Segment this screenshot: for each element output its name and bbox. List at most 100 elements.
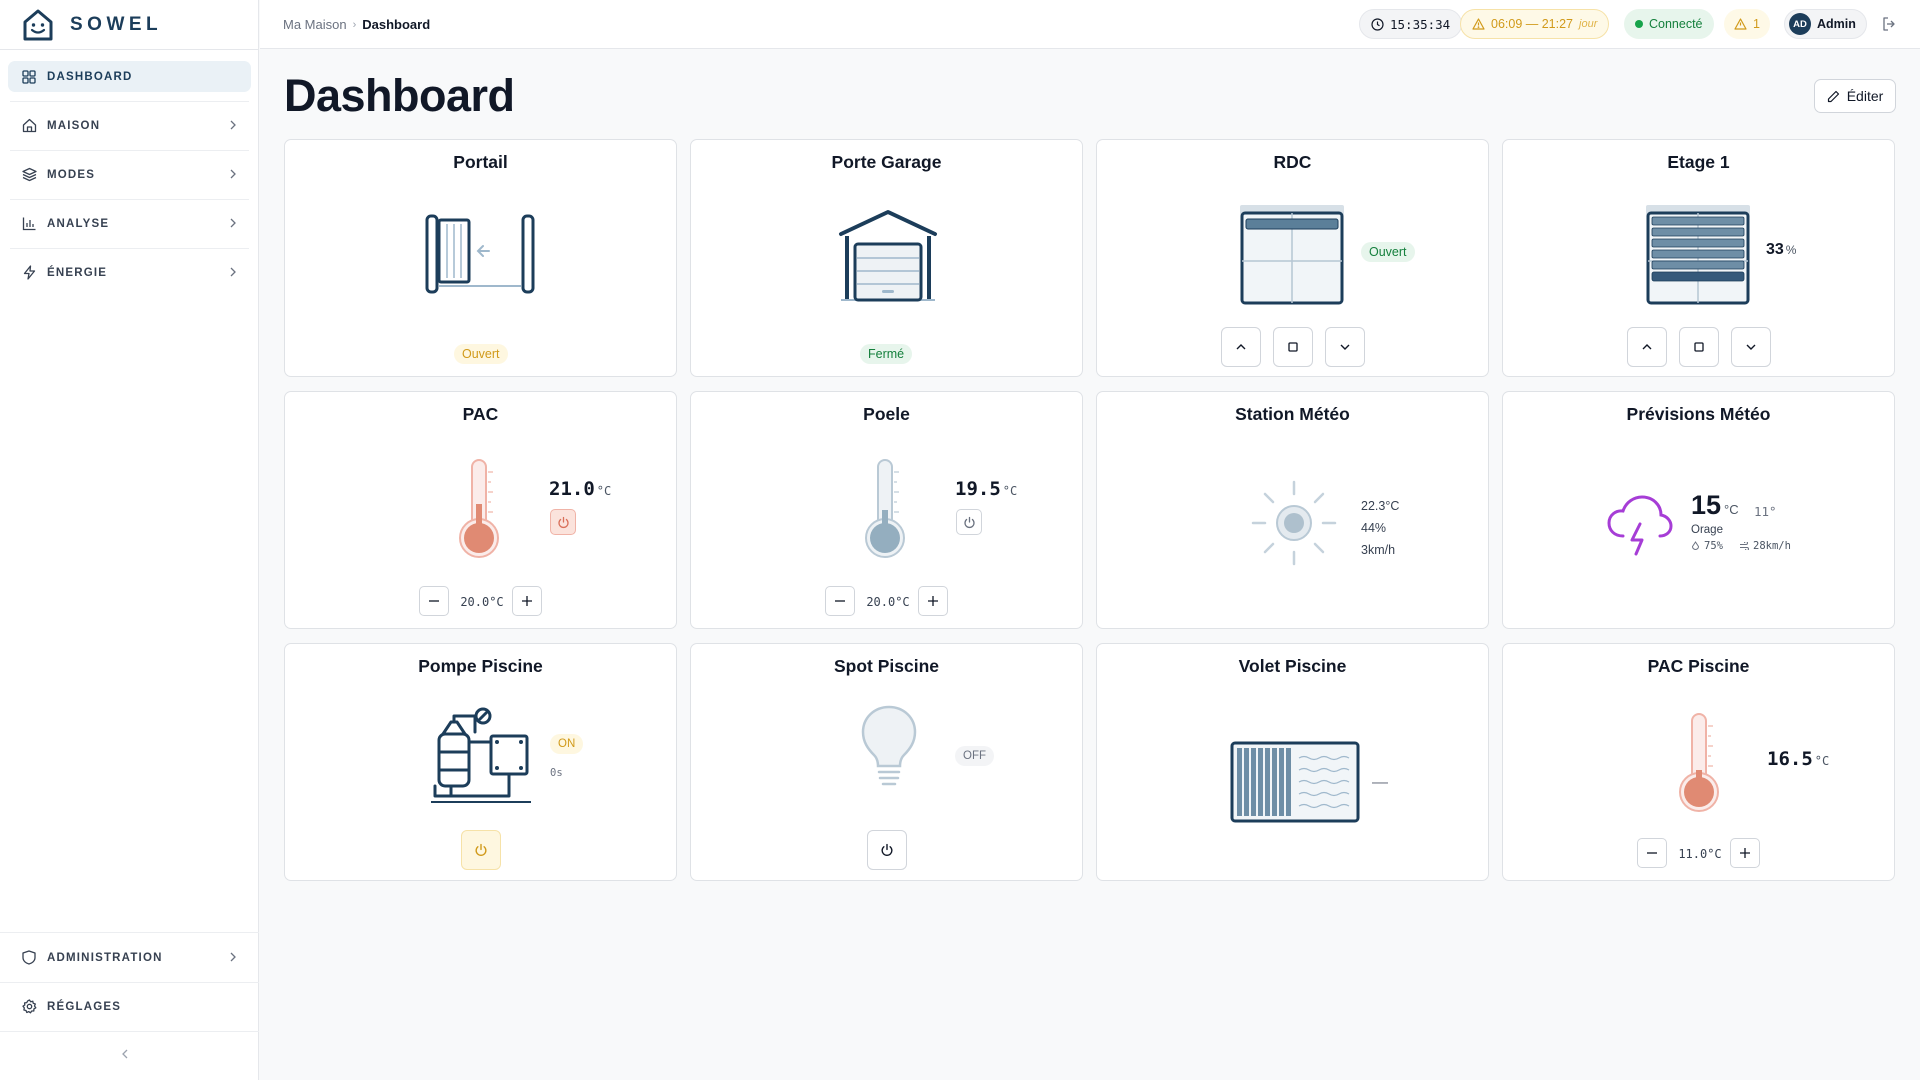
sidebar-item-reglages[interactable]: RÉGLAGES (8, 991, 251, 1022)
power-icon (557, 516, 569, 528)
widget-card-portail[interactable]: Portail Ouvert (284, 139, 677, 377)
widget-card-volet-piscine[interactable]: Volet Piscine — (1096, 643, 1489, 881)
plus-icon (928, 596, 938, 606)
widget-card-pac-piscine[interactable]: PAC Piscine 16.5 °C 11.0°C (1502, 643, 1895, 881)
alerts-pill[interactable]: 1 (1724, 9, 1770, 39)
widget-card-pac[interactable]: PAC 21.0 °C 20.0°C (284, 391, 677, 629)
widget-title: Portail (453, 152, 508, 172)
sowel-house-logo-icon (23, 9, 53, 41)
garage-door-icon (839, 210, 937, 302)
thermometer-warm-icon (459, 459, 499, 558)
outdoor-temperature: 22.3°C (1361, 499, 1400, 513)
widget-card-etage-1[interactable]: Etage 1 33% (1502, 139, 1895, 377)
sun-times: 06:09 — 21:27 (1491, 17, 1574, 31)
window-shutter-icon (1240, 205, 1344, 305)
sidebar-item-administration[interactable]: ADMINISTRATION (8, 942, 251, 973)
sidebar-item-label: ÉNERGIE (47, 266, 108, 279)
shield-icon (21, 950, 37, 966)
widget-card-previsions-meteo[interactable]: Prévisions Météo 15 °C 11° Orage 75% 28km… (1502, 391, 1895, 629)
sidebar-item-dashboard[interactable]: DASHBOARD (8, 61, 251, 92)
widget-card-porte-garage[interactable]: Porte Garage Fermé (690, 139, 1083, 377)
sun-times-pill: 06:09 — 21:27 jour (1460, 9, 1610, 39)
edit-button-label: Éditer (1846, 88, 1884, 104)
shutter-down-button[interactable] (1731, 327, 1771, 367)
status-badge: Fermé (860, 344, 913, 364)
forecast-temperature: 15 °C (1691, 490, 1739, 520)
bar-chart-icon (21, 216, 37, 232)
shutter-position: 33% (1766, 241, 1797, 258)
widget-title: Porte Garage (831, 152, 942, 172)
pool-cover-icon (1230, 741, 1360, 823)
app-logo[interactable]: SOWEL (20, 7, 162, 43)
plus-icon (1740, 848, 1750, 858)
forecast-wind: 28km/h (1739, 540, 1791, 552)
page-title: Dashboard (284, 70, 515, 121)
breadcrumb-current: Dashboard (362, 17, 431, 32)
power-icon (475, 843, 487, 856)
wind-icon (1740, 542, 1749, 550)
chevron-right-icon (230, 120, 236, 130)
run-duration: 0s (550, 767, 563, 779)
widget-card-station-meteo[interactable]: Station Météo 22.3°C 44% 3km/h (1096, 391, 1489, 629)
chevron-down-icon (1746, 344, 1756, 350)
setpoint-increase-button[interactable] (1730, 838, 1760, 868)
power-button[interactable] (867, 830, 907, 870)
chevron-up-icon (1236, 344, 1246, 350)
sidebar-item-modes[interactable]: MODES (8, 159, 251, 190)
widget-card-spot-piscine[interactable]: Spot Piscine OFF (690, 643, 1083, 881)
widget-card-rdc[interactable]: RDC Ouvert (1096, 139, 1489, 377)
setpoint-decrease-button[interactable] (419, 586, 449, 616)
shutter-stop-button[interactable] (1679, 327, 1719, 367)
widget-title: Poele (863, 404, 910, 424)
shutter-up-button[interactable] (1221, 327, 1261, 367)
breadcrumb-home[interactable]: Ma Maison (283, 17, 347, 32)
forecast-rain: 75% (1691, 540, 1723, 552)
logout-icon[interactable] (1882, 17, 1897, 31)
thermometer-cool-icon (865, 459, 905, 558)
widget-card-poele[interactable]: Poele 19.5 °C 20.0°C (690, 391, 1083, 629)
sidebar-item-maison[interactable]: MAISON (8, 110, 251, 141)
widget-title: PAC Piscine (1647, 656, 1750, 676)
forecast-min-temperature: 11° (1754, 504, 1777, 519)
lightning-icon (21, 265, 37, 281)
setpoint-increase-button[interactable] (512, 586, 542, 616)
forecast-condition: Orage (1691, 524, 1723, 536)
shutter-stop-button[interactable] (1273, 327, 1313, 367)
sidebar-item-analyse[interactable]: ANALYSE (8, 208, 251, 239)
minus-icon (835, 600, 845, 602)
clock-pill: 15:35:34 (1359, 9, 1463, 39)
power-button[interactable] (461, 830, 501, 870)
minus-icon (429, 600, 439, 602)
setpoint-value: 20.0°C (460, 595, 504, 609)
shutter-down-button[interactable] (1325, 327, 1365, 367)
setpoint-decrease-button[interactable] (825, 586, 855, 616)
widget-title: PAC (462, 404, 499, 424)
shutter-up-button[interactable] (1627, 327, 1667, 367)
thunderstorm-icon (1607, 495, 1673, 556)
status-badge: OFF (955, 746, 994, 766)
setpoint-increase-button[interactable] (918, 586, 948, 616)
wind-speed: 3km/h (1361, 543, 1396, 557)
sidebar-item-label: ADMINISTRATION (47, 951, 163, 964)
user-menu[interactable]: AD Admin (1784, 9, 1867, 39)
chevron-down-icon (1340, 344, 1350, 350)
stop-square-icon (1288, 342, 1298, 352)
window-shutter-partial-icon (1646, 205, 1750, 305)
connection-status-pill: Connecté (1624, 9, 1714, 39)
power-icon (963, 516, 975, 528)
edit-button[interactable]: Éditer (1814, 79, 1896, 113)
weather-readings: 22.3°C 44% 3km/h (1361, 495, 1399, 561)
power-icon (881, 843, 893, 856)
breadcrumb-separator: › (352, 18, 357, 31)
widget-title: Volet Piscine (1238, 656, 1347, 676)
sidebar-item-label: MODES (47, 168, 96, 181)
power-button[interactable] (550, 509, 576, 535)
widget-card-pompe-piscine[interactable]: Pompe Piscine ON 0s (284, 643, 677, 881)
sidebar-item-energie[interactable]: ÉNERGIE (8, 257, 251, 288)
collapse-sidebar-icon[interactable] (120, 1048, 130, 1060)
chevron-right-icon (230, 267, 236, 277)
setpoint-decrease-button[interactable] (1637, 838, 1667, 868)
outdoor-humidity: 44% (1361, 521, 1387, 535)
current-temperature: 19.5 °C (955, 478, 1018, 500)
power-button[interactable] (956, 509, 982, 535)
